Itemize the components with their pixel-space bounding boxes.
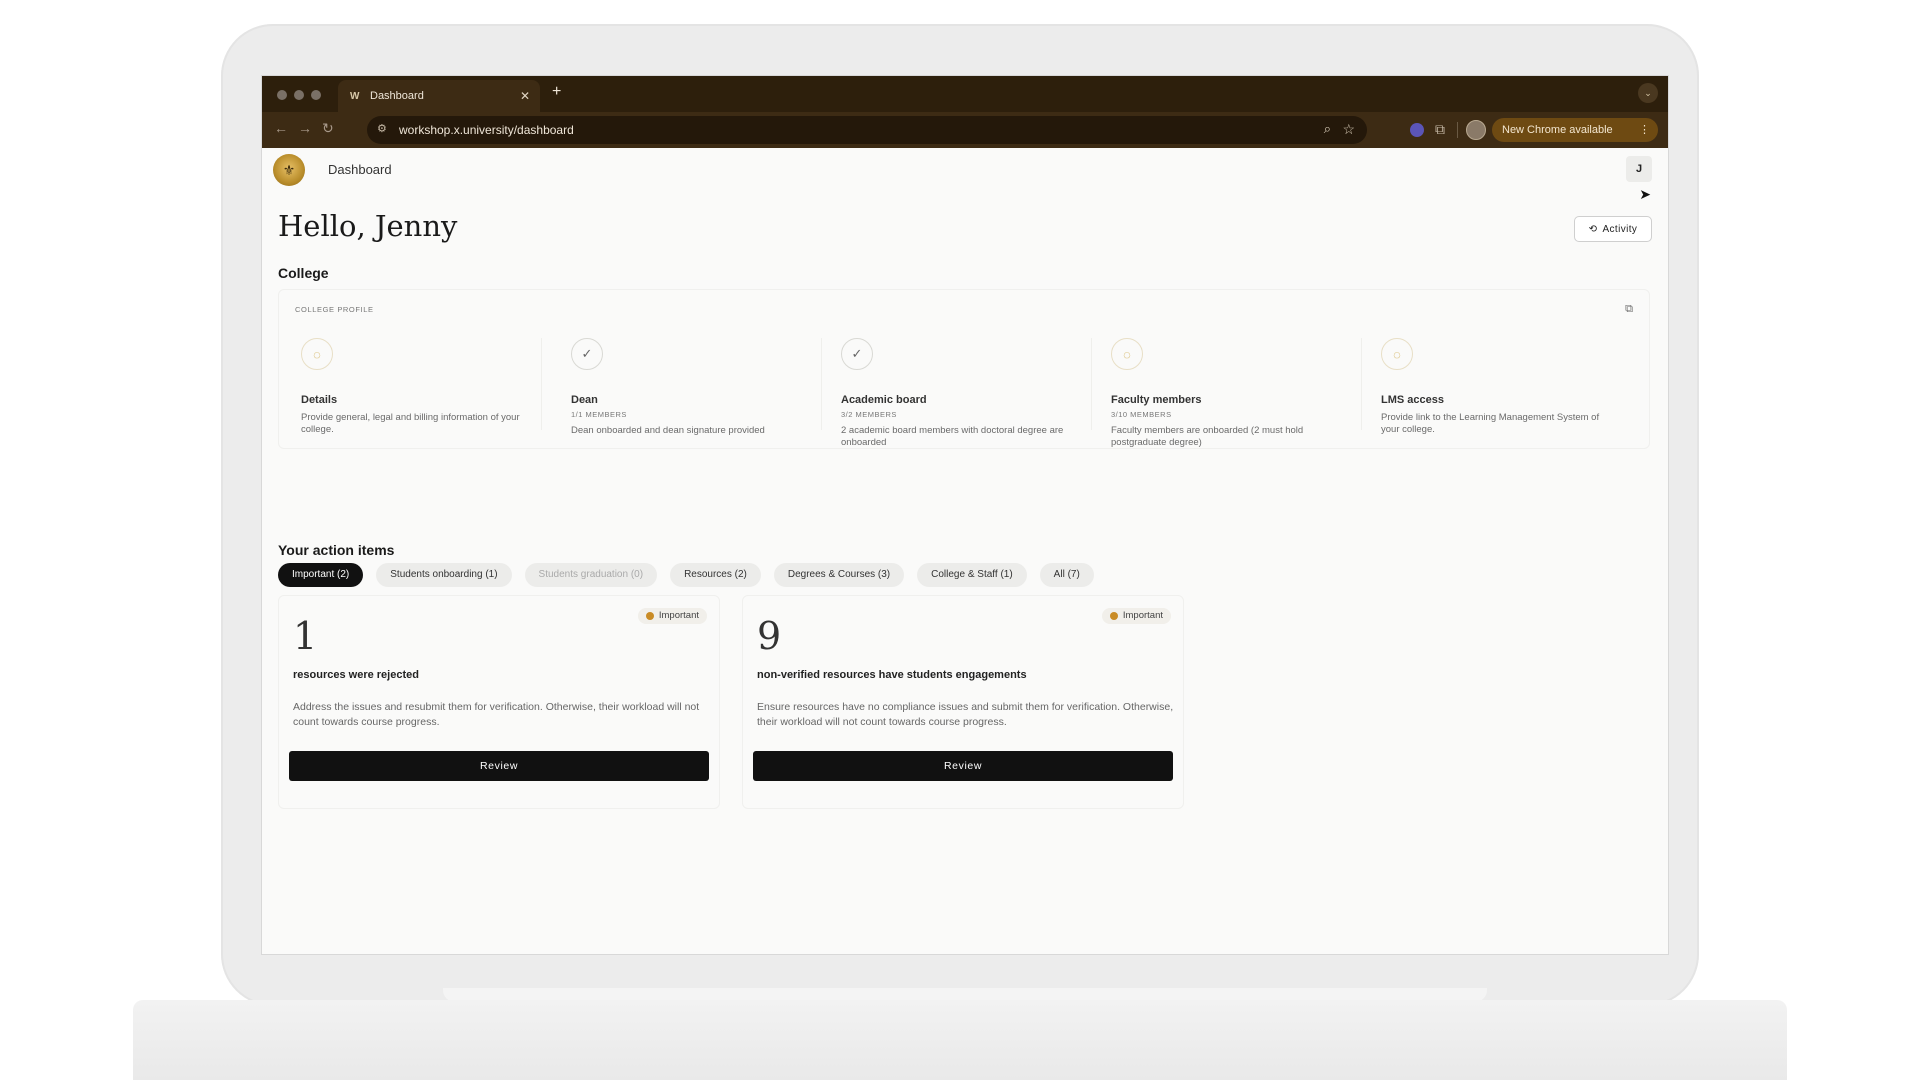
open-external-icon[interactable]: ⧉: [1625, 303, 1633, 316]
step-description: 2 academic board members with doctoral d…: [841, 425, 1071, 449]
profile-avatar-icon[interactable]: [1466, 120, 1486, 140]
step-name: Details: [301, 394, 531, 406]
action-title: non-verified resources have students eng…: [757, 669, 1027, 681]
browser-toolbar: ← → ↻ ⚙ workshop.x.university/dashboard …: [262, 112, 1668, 148]
review-button[interactable]: Review: [289, 751, 709, 781]
action-card-rejected-resources: Important 1 resources were rejected Addr…: [278, 595, 720, 809]
action-description: Address the issues and resubmit them for…: [293, 700, 713, 730]
page-content: ⚜ Dashboard J ➤ Hello, Jenny ⟲ Activity …: [262, 148, 1668, 954]
step-name: Faculty members: [1111, 394, 1341, 406]
filter-chip-students-graduation[interactable]: Students graduation (0): [525, 563, 658, 587]
college-section-title: College: [278, 265, 329, 281]
action-card-nonverified-resources: Important 9 non-verified resources have …: [742, 595, 1184, 809]
maximize-window-button[interactable]: [311, 90, 321, 100]
action-count: 1: [293, 614, 317, 658]
user-avatar[interactable]: J: [1626, 156, 1652, 182]
warning-dot-icon: [1110, 612, 1118, 620]
loading-icon: ◌: [1111, 338, 1143, 370]
filter-chip-degrees-courses[interactable]: Degrees & Courses (3): [774, 563, 904, 587]
tab-title: Dashboard: [370, 90, 520, 102]
activity-button[interactable]: ⟲ Activity: [1574, 216, 1652, 242]
profile-step-dean[interactable]: ✓ Dean 1/1 MEMBERS Dean onboarded and de…: [571, 338, 801, 437]
loading-icon: ◌: [301, 338, 333, 370]
university-logo[interactable]: ⚜: [273, 154, 305, 186]
filter-chips: Important (2) Students onboarding (1) St…: [278, 563, 1094, 587]
step-name: LMS access: [1381, 394, 1611, 406]
update-chrome-button[interactable]: New Chrome available ⋮: [1492, 118, 1658, 142]
mouse-cursor-icon: ➤: [1639, 186, 1651, 203]
important-badge: Important: [1102, 608, 1171, 624]
reload-icon[interactable]: ↻: [322, 120, 334, 137]
profile-step-details[interactable]: ◌ Details Provide general, legal and bil…: [301, 338, 531, 436]
filter-chip-students-onboarding[interactable]: Students onboarding (1): [376, 563, 511, 587]
minimize-window-button[interactable]: [294, 90, 304, 100]
warning-dot-icon: [646, 612, 654, 620]
action-title: resources were rejected: [293, 669, 419, 681]
tab-search-icon[interactable]: ⌄: [1638, 83, 1658, 103]
profile-step-lms-access[interactable]: ◌ LMS access Provide link to the Learnin…: [1381, 338, 1611, 436]
tab-dashboard[interactable]: W Dashboard ✕: [338, 80, 540, 112]
update-label: New Chrome available: [1502, 124, 1613, 136]
loading-icon: ◌: [1381, 338, 1413, 370]
filter-chip-resources[interactable]: Resources (2): [670, 563, 761, 587]
tab-bar: W Dashboard ✕ + ⌄: [262, 76, 1668, 112]
greeting-heading: Hello, Jenny: [278, 209, 457, 243]
action-items-title: Your action items: [278, 542, 394, 558]
step-description: Dean onboarded and dean signature provid…: [571, 425, 801, 437]
badge-label: Important: [659, 608, 699, 624]
step-meta: 1/1 MEMBERS: [571, 410, 801, 419]
step-description: Provide general, legal and billing infor…: [301, 412, 531, 436]
site-settings-icon[interactable]: ⚙: [377, 122, 387, 135]
step-description: Provide link to the Learning Management …: [1381, 412, 1611, 436]
review-button[interactable]: Review: [753, 751, 1173, 781]
window-controls: [277, 90, 321, 100]
step-divider: [541, 338, 542, 430]
action-count: 9: [757, 614, 781, 658]
step-divider: [1361, 338, 1362, 430]
forward-icon[interactable]: →: [298, 120, 312, 136]
check-icon: ✓: [571, 338, 603, 370]
more-menu-icon[interactable]: ⋮: [1639, 118, 1650, 142]
important-badge: Important: [638, 608, 707, 624]
step-name: Academic board: [841, 394, 1071, 406]
extension-icon[interactable]: [1410, 123, 1424, 137]
browser-window: W Dashboard ✕ + ⌄ ← → ↻ ⚙ workshop.x.uni…: [262, 76, 1668, 954]
profile-step-faculty-members[interactable]: ◌ Faculty members 3/10 MEMBERS Faculty m…: [1111, 338, 1341, 449]
step-meta: 3/2 MEMBERS: [841, 410, 1071, 419]
filter-chip-important[interactable]: Important (2): [278, 563, 363, 587]
college-profile-card: COLLEGE PROFILE ⧉ ◌ Details Provide gene…: [278, 289, 1650, 449]
bookmark-star-icon[interactable]: ☆: [1342, 121, 1355, 138]
favicon-icon: W: [350, 91, 362, 102]
profile-step-academic-board[interactable]: ✓ Academic board 3/2 MEMBERS 2 academic …: [841, 338, 1071, 449]
step-description: Faculty members are onboarded (2 must ho…: [1111, 425, 1341, 449]
step-meta: 3/10 MEMBERS: [1111, 410, 1341, 419]
activity-label: Activity: [1602, 224, 1637, 235]
filter-chip-all[interactable]: All (7): [1040, 563, 1094, 587]
new-tab-button[interactable]: +: [552, 83, 561, 101]
toolbar-divider: [1457, 122, 1458, 138]
step-name: Dean: [571, 394, 801, 406]
extensions-puzzle-icon[interactable]: ⧉: [1435, 121, 1445, 138]
college-profile-label: COLLEGE PROFILE: [295, 305, 374, 314]
back-icon[interactable]: ←: [274, 120, 288, 136]
badge-label: Important: [1123, 608, 1163, 624]
address-bar[interactable]: ⚙ workshop.x.university/dashboard ⌕ ☆: [367, 116, 1367, 144]
history-icon: ⟲: [1589, 224, 1598, 235]
action-description: Ensure resources have no compliance issu…: [757, 700, 1177, 730]
step-divider: [1091, 338, 1092, 430]
step-divider: [821, 338, 822, 430]
close-window-button[interactable]: [277, 90, 287, 100]
app-header: ⚜ Dashboard J ➤: [262, 148, 1668, 192]
url-text: workshop.x.university/dashboard: [399, 123, 574, 137]
zoom-icon[interactable]: ⌕: [1324, 121, 1331, 137]
close-tab-icon[interactable]: ✕: [520, 89, 530, 103]
laptop-base: [133, 1000, 1787, 1080]
check-icon: ✓: [841, 338, 873, 370]
page-title: Dashboard: [328, 162, 392, 177]
filter-chip-college-staff[interactable]: College & Staff (1): [917, 563, 1027, 587]
